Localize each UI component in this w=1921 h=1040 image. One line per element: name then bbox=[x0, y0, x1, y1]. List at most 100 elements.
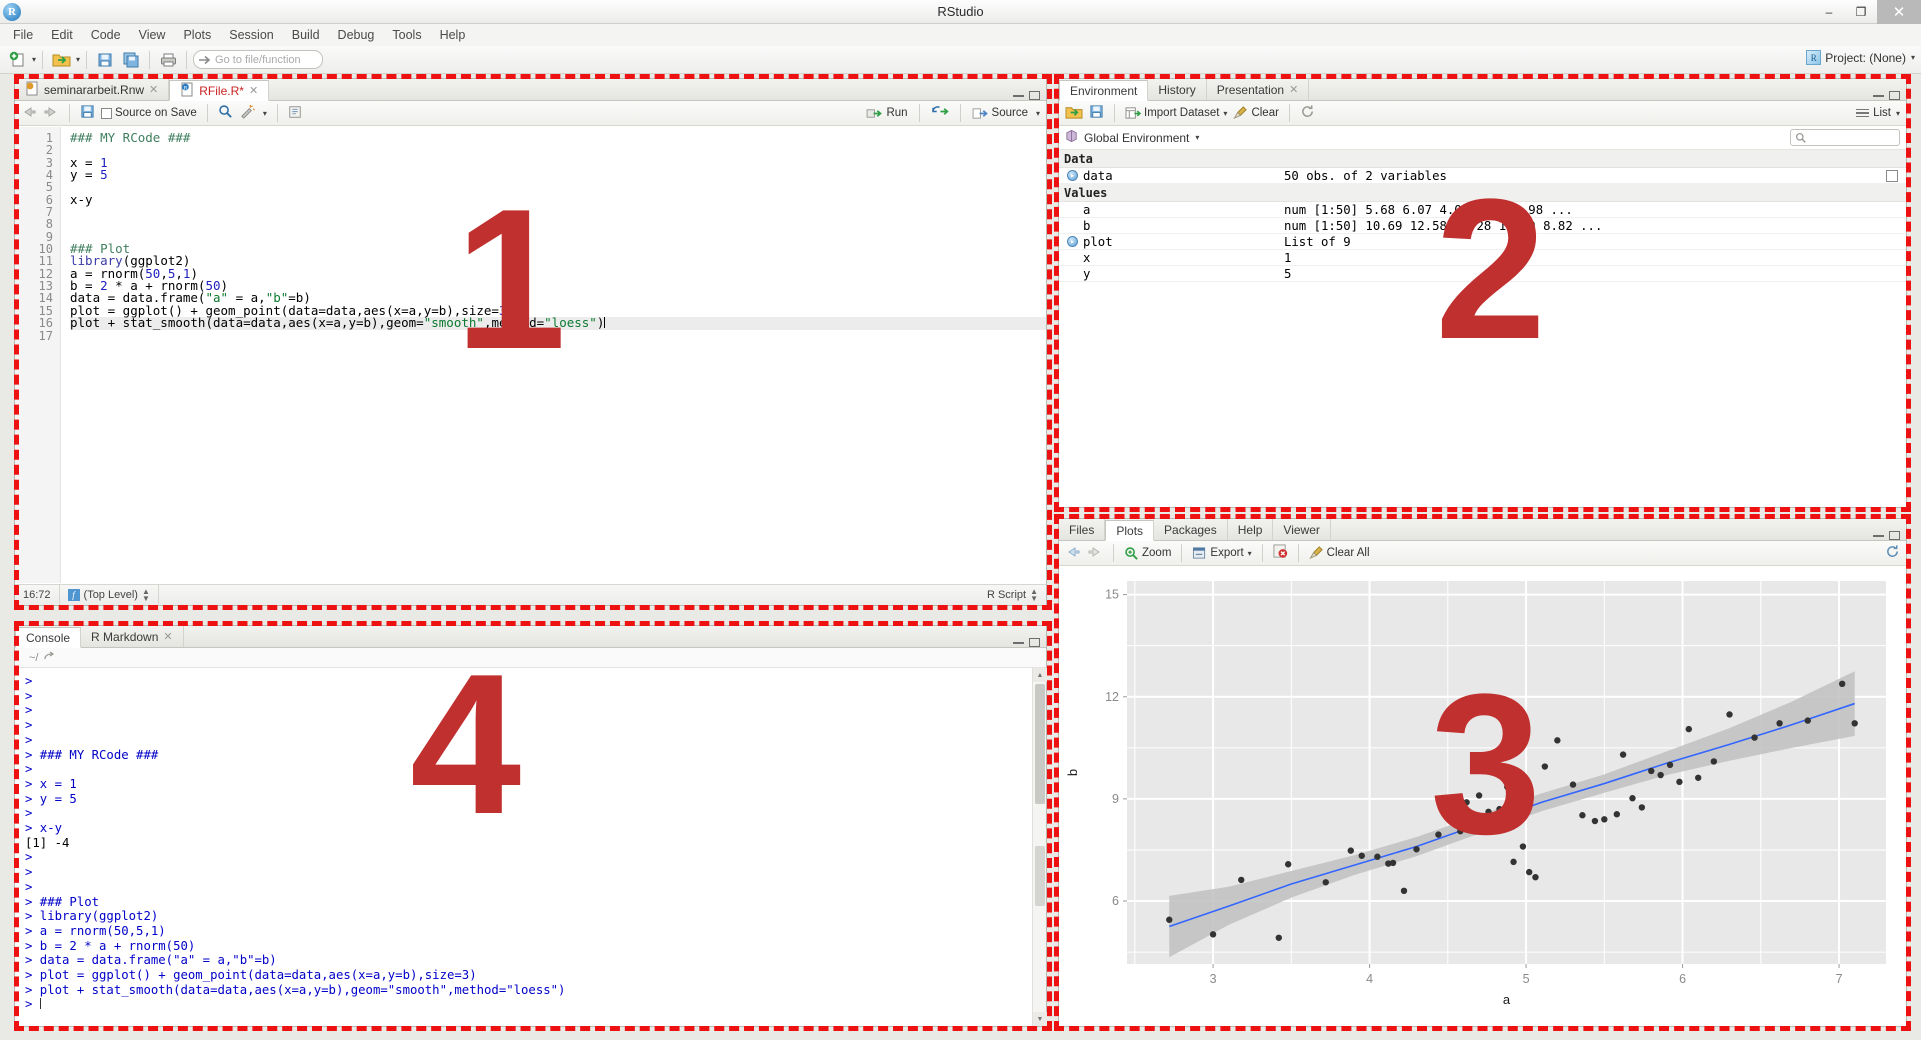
environment-row[interactable]: ▸ plot List of 9 bbox=[1059, 234, 1906, 250]
tab-console[interactable]: Console bbox=[15, 627, 82, 648]
forward-arrow-icon[interactable] bbox=[1087, 546, 1103, 561]
run-button[interactable]: Run bbox=[866, 107, 908, 120]
tab-viewer[interactable]: Viewer bbox=[1273, 519, 1331, 540]
environment-row[interactable]: b num [1:50] 10.69 12.58 13.28 11.69 8.82… bbox=[1059, 218, 1906, 234]
save-workspace-icon[interactable] bbox=[1089, 104, 1104, 122]
maximize-pane-icon[interactable] bbox=[1889, 91, 1900, 100]
export-button[interactable]: Export ▾ bbox=[1192, 546, 1252, 560]
code-tools-caret-icon[interactable]: ▾ bbox=[263, 109, 267, 118]
scroll-down-arrow-icon[interactable]: ▼ bbox=[1033, 1012, 1047, 1026]
re-run-icon[interactable] bbox=[931, 105, 949, 121]
code-line[interactable]: library(ggplot2) bbox=[70, 255, 1046, 268]
code-line[interactable]: y = 5 bbox=[70, 168, 1046, 181]
code-line[interactable] bbox=[70, 181, 1046, 193]
menu-help[interactable]: Help bbox=[431, 26, 475, 44]
environment-object-list[interactable]: Data ▸ data 50 obs. of 2 variables Values a nu… bbox=[1059, 150, 1906, 282]
open-folder-caret-icon[interactable]: ▾ bbox=[76, 55, 80, 64]
environment-search-input[interactable] bbox=[1790, 129, 1900, 146]
code-line[interactable] bbox=[70, 330, 1046, 342]
clear-all-button[interactable]: Clear All bbox=[1308, 546, 1370, 560]
console-output[interactable]: > > > > > > ### MY RCode ### > > x = 1 > y = 5 > >… bbox=[15, 668, 1046, 1026]
menu-tools[interactable]: Tools bbox=[383, 26, 430, 44]
scope-selector[interactable]: f (Top Level) ▲ ▼ bbox=[60, 584, 159, 606]
source-button[interactable]: Source bbox=[972, 107, 1028, 120]
restore-button[interactable]: ❐ bbox=[1845, 0, 1877, 24]
code-line[interactable]: x-y bbox=[70, 193, 1046, 206]
close-icon[interactable]: ✕ bbox=[163, 630, 172, 643]
save-all-icon[interactable] bbox=[119, 49, 143, 71]
expand-icon[interactable]: ▸ bbox=[1067, 170, 1078, 181]
scroll-up-arrow-icon[interactable]: ▲ bbox=[1033, 668, 1047, 682]
save-icon[interactable] bbox=[93, 49, 117, 71]
environment-row[interactable]: ▸ data 50 obs. of 2 variables bbox=[1059, 168, 1906, 184]
tab-help[interactable]: Help bbox=[1228, 519, 1274, 540]
code-line[interactable] bbox=[70, 231, 1046, 243]
environment-view-mode[interactable]: List ▾ bbox=[1856, 107, 1900, 119]
back-arrow-icon[interactable] bbox=[21, 106, 37, 121]
source-tab-seminararbeit[interactable]: seminararbeit.Rnw ✕ bbox=[15, 79, 170, 100]
tab-files[interactable]: Files bbox=[1059, 519, 1106, 540]
code-tools-icon[interactable] bbox=[239, 104, 256, 122]
refresh-icon[interactable] bbox=[1885, 544, 1900, 562]
compile-notebook-icon[interactable] bbox=[288, 105, 302, 122]
console-scrollbar[interactable]: ▲ ▼ bbox=[1032, 668, 1047, 1026]
source-on-save-checkbox[interactable]: Source on Save bbox=[101, 107, 197, 119]
maximize-pane-icon[interactable] bbox=[1029, 91, 1040, 100]
scrollbar-thumb-secondary[interactable] bbox=[1035, 846, 1045, 906]
code-line[interactable]: x = 1 bbox=[70, 156, 1046, 169]
project-selector[interactable]: R Project: (None) ▾ bbox=[1806, 50, 1915, 65]
new-file-caret-icon[interactable]: ▾ bbox=[32, 55, 36, 64]
chevron-down-icon[interactable]: ▾ bbox=[1195, 133, 1199, 142]
tab-r-markdown[interactable]: R Markdown ✕ bbox=[81, 626, 184, 647]
menu-debug[interactable]: Debug bbox=[329, 26, 384, 44]
tab-presentation[interactable]: Presentation ✕ bbox=[1207, 79, 1310, 100]
open-folder-icon[interactable] bbox=[49, 49, 73, 71]
menu-file[interactable]: File bbox=[4, 26, 42, 44]
code-line[interactable] bbox=[70, 218, 1046, 230]
tab-plots[interactable]: Plots bbox=[1105, 520, 1155, 541]
minimize-pane-icon[interactable] bbox=[1013, 94, 1024, 97]
close-icon[interactable]: ✕ bbox=[149, 83, 158, 96]
maximize-pane-icon[interactable] bbox=[1029, 638, 1040, 647]
open-workspace-icon[interactable] bbox=[1065, 104, 1083, 123]
global-environment-label[interactable]: Global Environment bbox=[1084, 131, 1189, 145]
scrollbar-thumb[interactable] bbox=[1035, 684, 1045, 804]
goto-file-function-input[interactable]: Go to file/function bbox=[193, 50, 324, 69]
plot-display-area[interactable]: 6 9 12 15 3 4 5 6 7 a b bbox=[1059, 567, 1906, 1026]
menu-build[interactable]: Build bbox=[283, 26, 329, 44]
menu-view[interactable]: View bbox=[130, 26, 175, 44]
console-input-line[interactable]: > bbox=[25, 997, 1046, 1012]
minimize-pane-icon[interactable] bbox=[1873, 534, 1884, 537]
code-line[interactable]: ### MY RCode ### bbox=[70, 131, 1046, 144]
view-data-grid-icon[interactable] bbox=[1886, 169, 1898, 182]
forward-arrow-icon[interactable] bbox=[43, 106, 59, 121]
print-icon[interactable] bbox=[156, 49, 180, 71]
tab-environment[interactable]: Environment bbox=[1059, 80, 1149, 101]
minimize-button[interactable]: – bbox=[1813, 0, 1845, 24]
back-arrow-icon[interactable] bbox=[1065, 546, 1081, 561]
refresh-icon[interactable] bbox=[1300, 104, 1315, 122]
menu-edit[interactable]: Edit bbox=[42, 26, 82, 44]
source-tab-rfile[interactable]: R RFile.R* ✕ bbox=[169, 80, 270, 101]
close-icon[interactable]: ✕ bbox=[249, 84, 258, 97]
code-line[interactable]: plot + stat_smooth(data=data,aes(x=a,y=b… bbox=[70, 316, 1046, 330]
clear-workspace-button[interactable]: Clear bbox=[1233, 106, 1279, 120]
minimize-pane-icon[interactable] bbox=[1873, 94, 1884, 97]
zoom-button[interactable]: Zoom bbox=[1124, 546, 1171, 561]
maximize-pane-icon[interactable] bbox=[1889, 531, 1900, 540]
menu-session[interactable]: Session bbox=[220, 26, 282, 44]
environment-row[interactable]: a num [1:50] 5.68 6.07 4.09 5.47 4.98 ... bbox=[1059, 202, 1906, 218]
import-dataset-button[interactable]: Import Dataset ▾ bbox=[1125, 106, 1227, 120]
remove-plot-icon[interactable] bbox=[1273, 544, 1288, 562]
code-line[interactable] bbox=[70, 206, 1046, 218]
menu-plots[interactable]: Plots bbox=[174, 26, 220, 44]
open-in-window-icon[interactable] bbox=[44, 651, 56, 664]
expand-icon[interactable]: ▸ bbox=[1067, 236, 1078, 247]
source-code-area[interactable]: 1 2 3 4 5 6 7 8 9 10 11 12 13 14 15 16 17 ### MY RCode #… bbox=[15, 127, 1046, 583]
magnifier-icon[interactable] bbox=[218, 104, 233, 122]
environment-row[interactable]: y5 bbox=[1059, 266, 1906, 282]
menu-code[interactable]: Code bbox=[82, 26, 130, 44]
environment-row[interactable]: x1 bbox=[1059, 250, 1906, 266]
code-text[interactable]: ### MY RCode ### x = 1y = 5 x-y ### Plot… bbox=[61, 127, 1046, 583]
minimize-pane-icon[interactable] bbox=[1013, 641, 1024, 644]
